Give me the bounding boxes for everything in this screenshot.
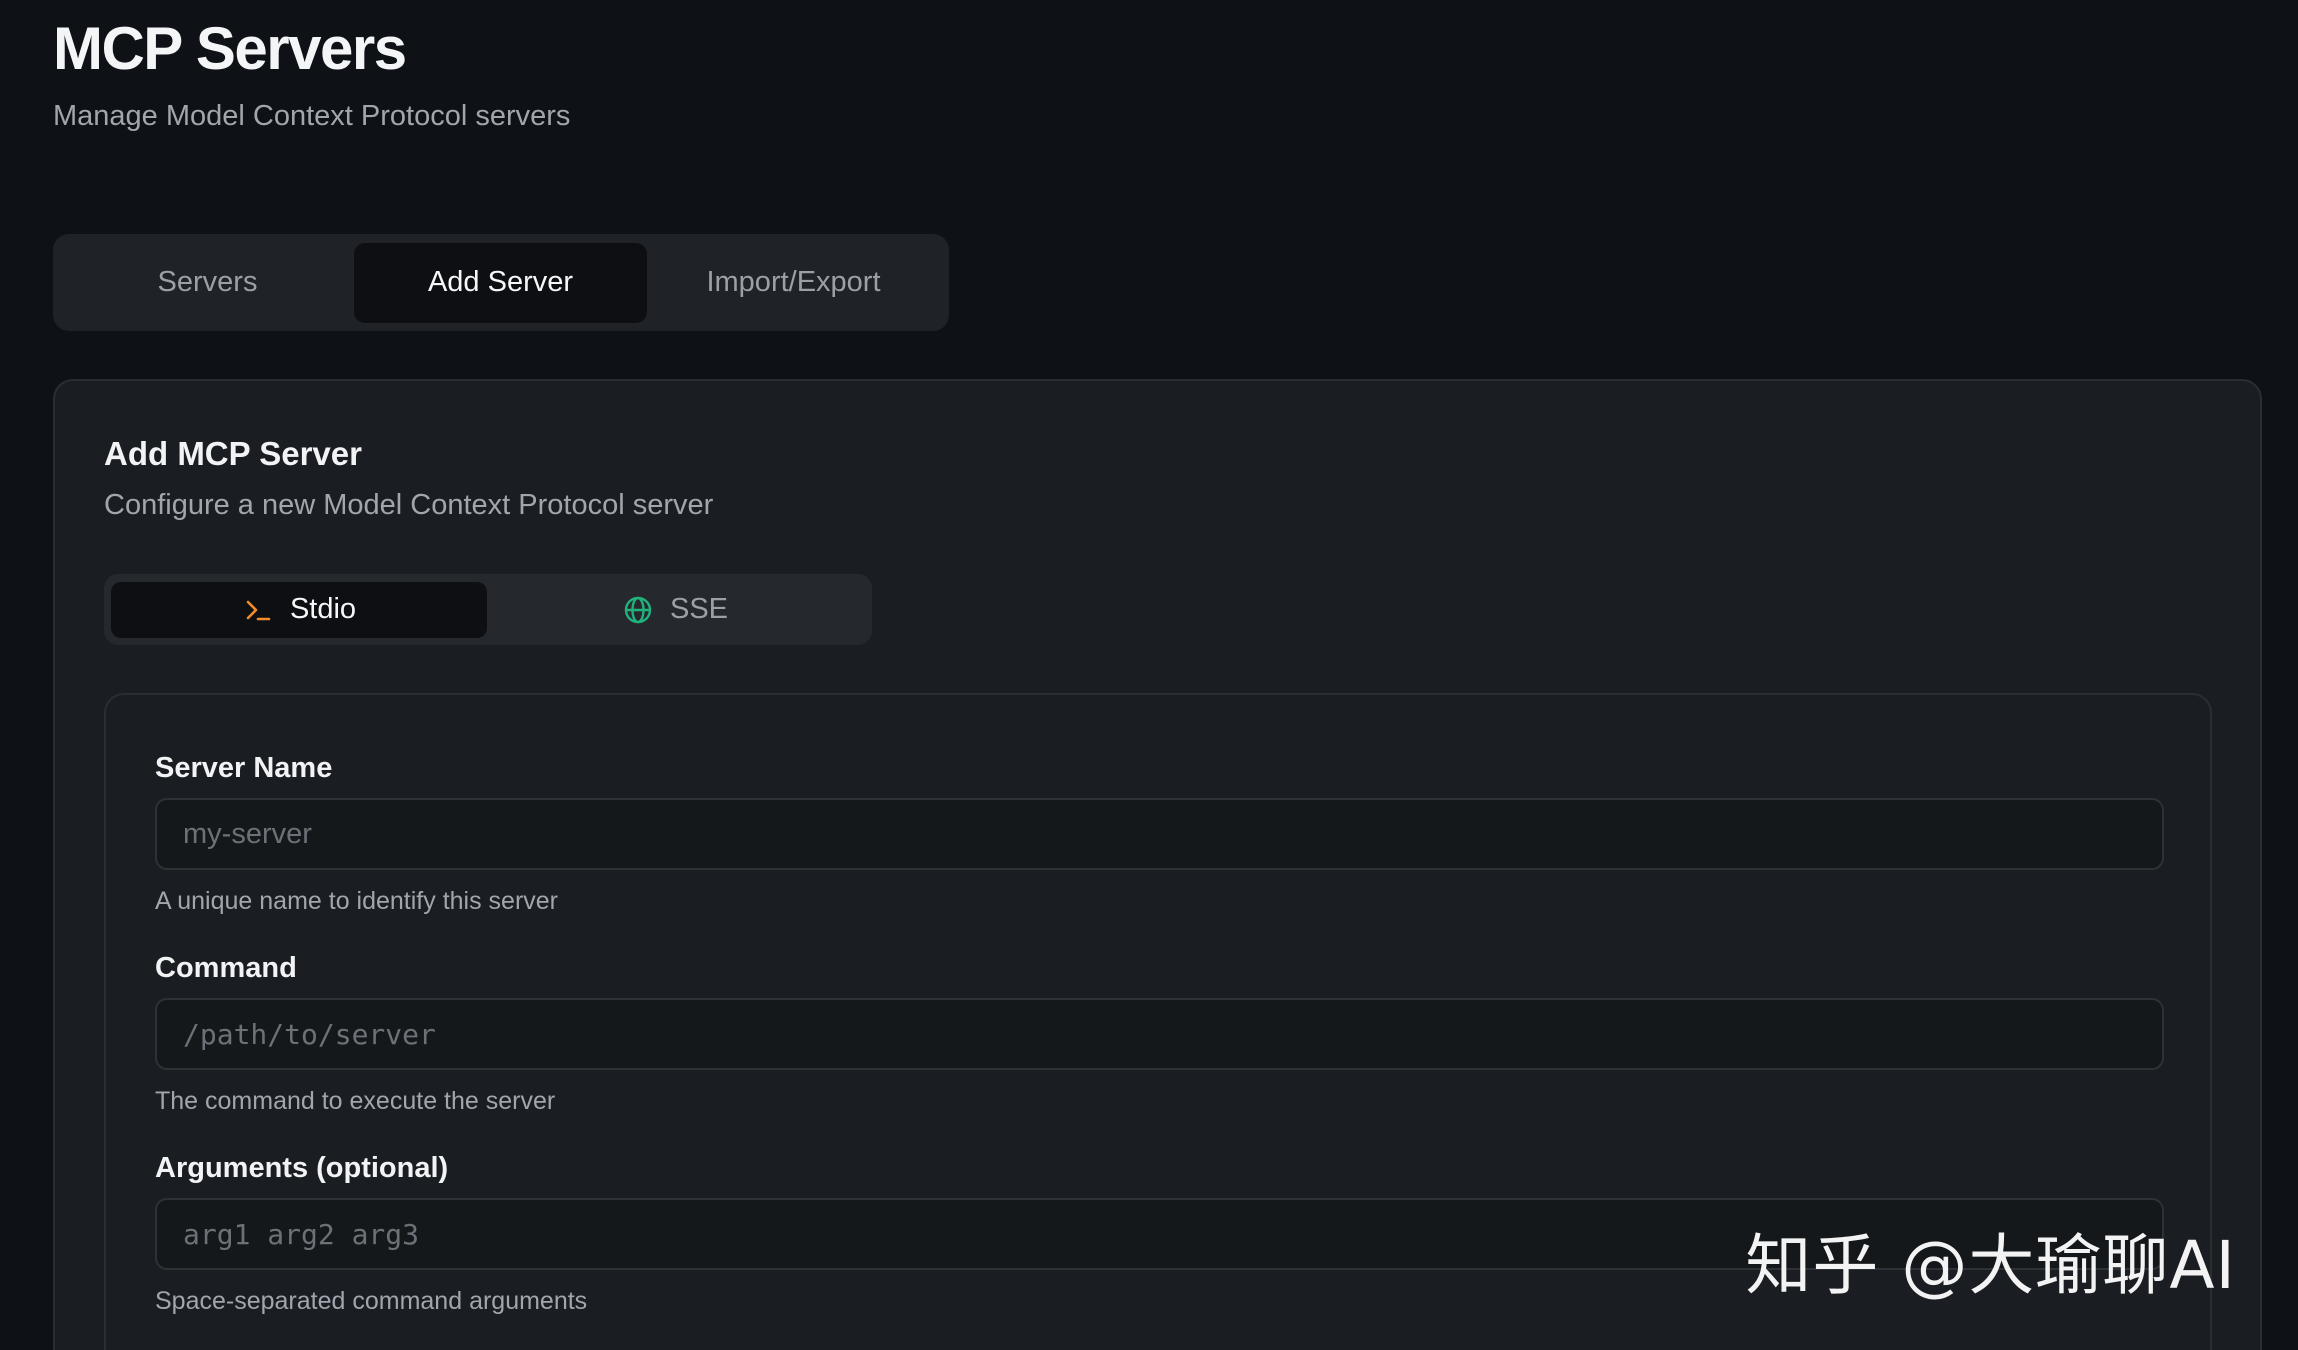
- top-tabs: Servers Add Server Import/Export: [53, 234, 949, 331]
- command-input[interactable]: [155, 998, 2164, 1070]
- tab-servers[interactable]: Servers: [61, 243, 354, 323]
- transport-option-stdio[interactable]: Stdio: [111, 581, 487, 638]
- watermark: 知乎 @大瑜聊AI: [1745, 1227, 2236, 1304]
- mcp-servers-page: MCP Servers Manage Model Context Protoco…: [0, 0, 2298, 1350]
- page-title: MCP Servers: [53, 15, 407, 82]
- card-title: Add MCP Server: [104, 435, 362, 472]
- globe-icon: [622, 594, 654, 626]
- server-name-label: Server Name: [155, 752, 333, 784]
- add-server-card: Add MCP Server Configure a new Model Con…: [53, 379, 2262, 1350]
- command-help: The command to execute the server: [155, 1087, 556, 1115]
- transport-option-label: Stdio: [289, 593, 357, 625]
- transport-option-label: SSE: [669, 593, 729, 625]
- command-field: Command The command to execute the serve…: [155, 952, 2164, 1116]
- tab-add-server[interactable]: Add Server: [354, 242, 647, 323]
- server-name-input[interactable]: [155, 798, 2164, 870]
- server-name-help: A unique name to identify this server: [155, 887, 559, 915]
- arguments-label: Arguments (optional): [155, 1152, 449, 1184]
- transport-toggle: Stdio SSE: [104, 574, 872, 645]
- command-label: Command: [155, 952, 297, 984]
- server-name-field: Server Name A unique name to identify th…: [155, 752, 2164, 916]
- page-subtitle: Manage Model Context Protocol servers: [53, 100, 571, 132]
- tab-import-export[interactable]: Import/Export: [647, 243, 940, 323]
- transport-option-sse[interactable]: SSE: [487, 582, 863, 638]
- card-subtitle: Configure a new Model Context Protocol s…: [104, 489, 714, 521]
- terminal-icon: [242, 594, 274, 626]
